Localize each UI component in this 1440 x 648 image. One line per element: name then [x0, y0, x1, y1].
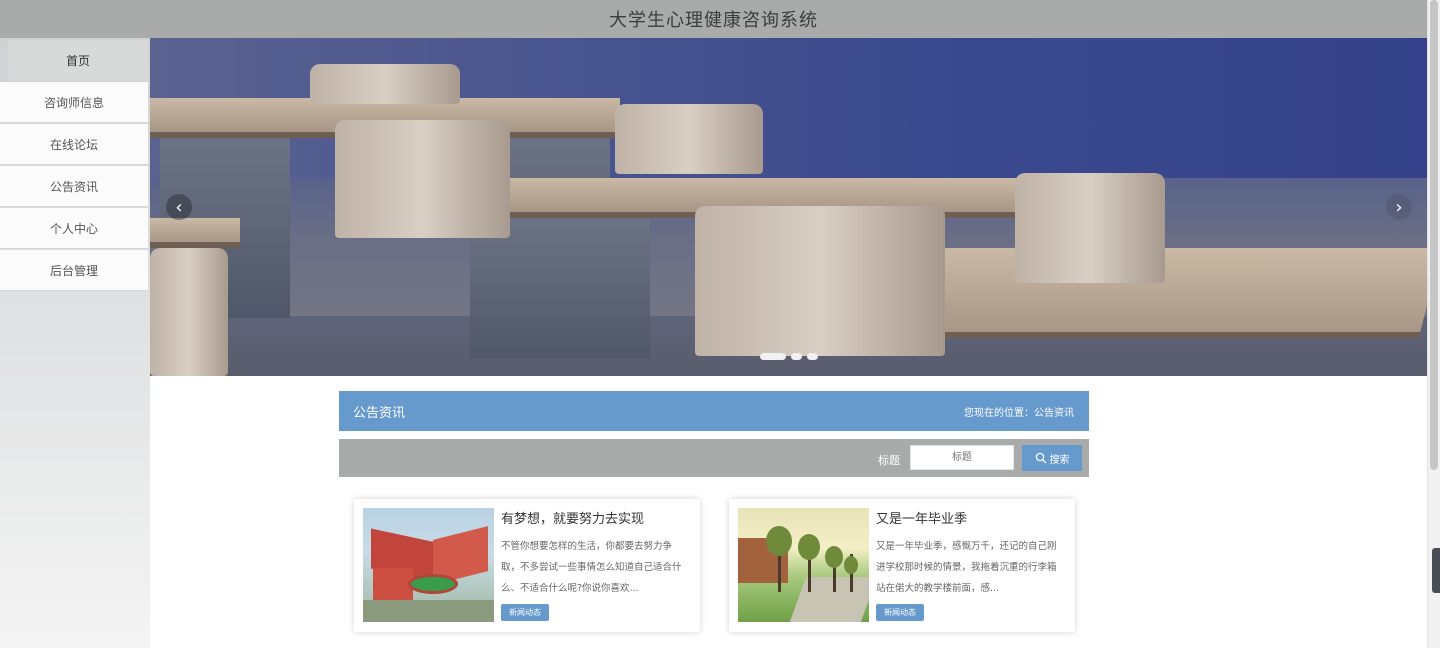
news-excerpt: 又是一年毕业季，感慨万千，还记的自己刚进学校那时候的情景，我拖着沉重的行李箱站在…	[876, 541, 1057, 594]
carousel-dot-2[interactable]	[791, 353, 802, 360]
scrollbar-thumb[interactable]	[1430, 0, 1438, 470]
breadcrumb: 您现在的位置：公告资讯	[964, 407, 1074, 419]
search-bar: 标题 搜索	[339, 439, 1089, 477]
news-category-tag[interactable]: 新闻动态	[501, 604, 549, 621]
news-card-1[interactable]: 有梦想，就要努力去实现 不管你想要怎样的生活，你都要去努力争取，不多尝试一些事情…	[354, 499, 700, 632]
search-label: 标题	[878, 454, 900, 467]
news-title[interactable]: 有梦想，就要努力去实现	[501, 508, 644, 527]
sidebar-item-admin[interactable]: 后台管理	[0, 250, 148, 291]
carousel-indicators	[760, 353, 818, 360]
section-header: 公告资讯 您现在的位置：公告资讯	[339, 391, 1089, 431]
site-title: 大学生心理健康咨询系统	[609, 10, 818, 31]
top-header-bar: 大学生心理健康咨询系统	[0, 0, 1427, 38]
news-excerpt: 不管你想要怎样的生活，你都要去努力争取，不多尝试一些事情怎么知道自己适合什么、不…	[501, 541, 682, 594]
news-card-2[interactable]: 又是一年毕业季 又是一年毕业季，感慨万千，还记的自己刚进学校那时候的情景，我拖着…	[729, 499, 1075, 632]
search-button-label: 搜索	[1049, 454, 1070, 466]
sidebar-item-home[interactable]: 首页	[8, 40, 148, 81]
carousel-dot-1[interactable]	[760, 353, 786, 360]
hero-carousel-image	[150, 38, 1427, 376]
news-category-tag[interactable]: 新闻动态	[876, 604, 924, 621]
side-panel-handle[interactable]	[1432, 548, 1440, 593]
carousel-next-button[interactable]: ›	[1386, 194, 1412, 220]
news-thumbnail	[738, 508, 869, 622]
search-button[interactable]: 搜索	[1022, 445, 1082, 471]
sidebar: 首页 咨询师信息 在线论坛 公告资讯 个人中心 后台管理	[0, 38, 150, 648]
sidebar-item-counselors[interactable]: 咨询师信息	[0, 82, 148, 123]
sidebar-item-personal-center[interactable]: 个人中心	[0, 208, 148, 249]
carousel-prev-button[interactable]: ‹	[166, 194, 192, 220]
section-title: 公告资讯	[353, 405, 406, 421]
news-thumbnail	[363, 508, 494, 622]
sidebar-item-forum[interactable]: 在线论坛	[0, 124, 148, 165]
search-input[interactable]	[910, 445, 1014, 470]
carousel-dot-3[interactable]	[807, 353, 818, 360]
news-title[interactable]: 又是一年毕业季	[876, 508, 967, 527]
search-icon	[1035, 452, 1046, 464]
sidebar-item-announcements[interactable]: 公告资讯	[0, 166, 148, 207]
